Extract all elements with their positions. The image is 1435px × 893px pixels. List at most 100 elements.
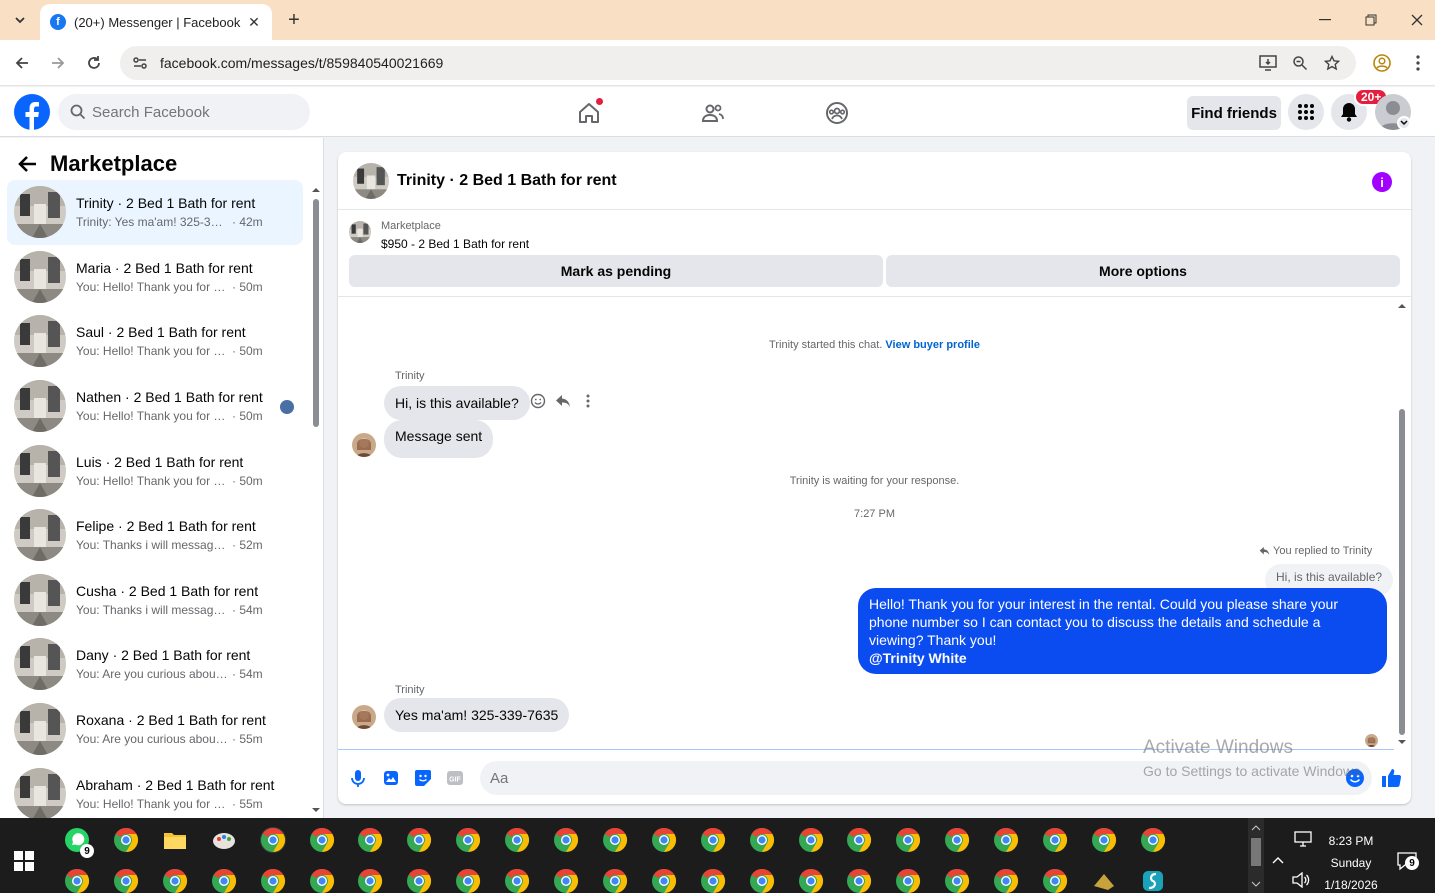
menu-grid-icon[interactable] xyxy=(1288,94,1324,130)
chrome-icon[interactable] xyxy=(602,868,628,893)
chrome-icon[interactable] xyxy=(406,868,432,893)
chrome-icon[interactable] xyxy=(993,868,1019,893)
app-icon[interactable] xyxy=(1140,868,1166,893)
whatsapp-icon[interactable]: 9 xyxy=(64,827,94,858)
tab-search-icon[interactable] xyxy=(8,8,32,32)
conversation-item[interactable]: Luis · 2 Bed 1 Bath for rent You: Hello! … xyxy=(7,438,303,503)
volume-icon[interactable] xyxy=(1292,872,1310,888)
more-options-button[interactable]: More options xyxy=(886,255,1400,287)
back-arrow-icon[interactable] xyxy=(10,51,34,75)
conversation-list-scrollbar[interactable] xyxy=(312,182,320,814)
groups-icon[interactable] xyxy=(823,99,851,127)
chrome-icon[interactable] xyxy=(1042,827,1068,853)
chrome-icon[interactable] xyxy=(944,868,970,893)
conversation-item[interactable]: Saul · 2 Bed 1 Bath for rent You: Hello! … xyxy=(7,309,303,374)
reply-icon[interactable] xyxy=(555,393,571,409)
chrome-icon[interactable] xyxy=(309,827,335,853)
chrome-icon[interactable] xyxy=(651,868,677,893)
chrome-icon[interactable] xyxy=(846,868,872,893)
close-window-button[interactable] xyxy=(1394,0,1435,40)
conversation-item[interactable]: Abraham · 2 Bed 1 Bath for rent You: Hell… xyxy=(7,761,303,818)
chrome-icon[interactable] xyxy=(357,868,383,893)
chat-title[interactable]: Trinity · 2 Bed 1 Bath for rent xyxy=(397,172,617,190)
notification-center-icon[interactable]: 9 xyxy=(1396,850,1419,872)
paint-icon[interactable] xyxy=(211,827,237,853)
gif-icon[interactable]: GIF xyxy=(445,768,465,788)
chrome-icon[interactable] xyxy=(113,868,139,893)
listing-thumbnail[interactable] xyxy=(353,162,389,199)
trinity-avatar[interactable] xyxy=(352,433,376,457)
message-input[interactable] xyxy=(490,769,1290,787)
minimize-button[interactable] xyxy=(1302,0,1348,40)
more-actions-icon[interactable] xyxy=(580,393,596,409)
chrome-icon[interactable] xyxy=(455,868,481,893)
chrome-icon[interactable] xyxy=(64,868,90,893)
address-bar[interactable]: facebook.com/messages/t/859840540021669 xyxy=(120,46,1356,80)
forward-arrow-icon[interactable] xyxy=(46,51,70,75)
conversation-item[interactable]: Roxana · 2 Bed 1 Bath for rent You: Are y… xyxy=(7,697,303,762)
friends-icon[interactable] xyxy=(699,99,727,127)
browser-menu-icon[interactable] xyxy=(1406,51,1430,75)
message-bubble[interactable]: Yes ma'am! 325-339-7635 xyxy=(384,698,570,732)
my-message-bubble[interactable]: Hello! Thank you for your interest in th… xyxy=(858,588,1387,674)
chrome-icon[interactable] xyxy=(1140,827,1166,853)
chrome-icon[interactable] xyxy=(700,827,726,853)
windows-start-icon[interactable] xyxy=(14,851,34,871)
chrome-icon[interactable] xyxy=(1091,827,1117,853)
maximize-button[interactable] xyxy=(1348,0,1394,40)
search-box[interactable] xyxy=(58,94,310,130)
conversation-item[interactable]: Trinity · 2 Bed 1 Bath for rent Trinity: … xyxy=(7,180,303,245)
conversation-item[interactable]: Dany · 2 Bed 1 Bath for rent You: Are you… xyxy=(7,632,303,697)
chrome-icon[interactable] xyxy=(162,868,188,893)
browser-tab[interactable]: f (20+) Messenger | Facebook ✕ xyxy=(40,4,272,40)
chrome-icon[interactable] xyxy=(309,868,335,893)
photo-icon[interactable] xyxy=(381,768,401,788)
message-input-box[interactable] xyxy=(480,761,1372,795)
chrome-icon[interactable] xyxy=(455,827,481,853)
network-icon[interactable] xyxy=(1294,831,1312,847)
chrome-icon[interactable] xyxy=(357,827,383,853)
chrome-icon[interactable] xyxy=(700,868,726,893)
chrome-icon[interactable] xyxy=(113,827,139,853)
app-icon[interactable] xyxy=(1091,868,1117,893)
chrome-icon[interactable] xyxy=(798,827,824,853)
microphone-icon[interactable] xyxy=(348,768,368,788)
sticker-icon[interactable] xyxy=(413,768,433,788)
chrome-icon[interactable] xyxy=(259,827,286,853)
chrome-icon[interactable] xyxy=(504,827,530,853)
chrome-icon[interactable] xyxy=(211,868,237,893)
chrome-icon[interactable] xyxy=(1042,868,1068,893)
emoji-icon[interactable] xyxy=(1345,768,1365,788)
search-input[interactable] xyxy=(92,103,292,121)
conversation-item[interactable]: Felipe · 2 Bed 1 Bath for rent You: Thank… xyxy=(7,503,303,568)
taskbar-scrollbar[interactable] xyxy=(1248,818,1264,893)
chrome-icon[interactable] xyxy=(944,827,970,853)
install-app-icon[interactable] xyxy=(1256,51,1280,75)
message-bubble[interactable]: Hi, is this available? xyxy=(384,386,530,420)
chrome-icon[interactable] xyxy=(749,868,775,893)
chrome-icon[interactable] xyxy=(846,827,872,853)
chrome-icon[interactable] xyxy=(553,868,579,893)
zoom-icon[interactable] xyxy=(1288,51,1312,75)
file-explorer-icon[interactable] xyxy=(162,827,188,853)
conversation-item[interactable]: Maria · 2 Bed 1 Bath for rent You: Hello!… xyxy=(7,245,303,310)
view-buyer-profile-link[interactable]: View buyer profile xyxy=(885,339,980,351)
find-friends-button[interactable]: Find friends xyxy=(1187,96,1281,130)
mention-tag[interactable]: @Trinity White xyxy=(869,649,1376,667)
new-tab-button[interactable]: + xyxy=(282,8,306,32)
chrome-icon[interactable] xyxy=(553,827,579,853)
message-bubble[interactable]: Message sent xyxy=(384,420,494,458)
close-tab-icon[interactable]: ✕ xyxy=(246,14,262,31)
chat-scrollbar[interactable] xyxy=(1396,302,1408,747)
bookmark-star-icon[interactable] xyxy=(1320,51,1344,75)
conversation-item[interactable]: Cusha · 2 Bed 1 Bath for rent You: Thanks… xyxy=(7,568,303,633)
chrome-icon[interactable] xyxy=(798,868,824,893)
account-chevron-icon[interactable] xyxy=(1397,116,1411,130)
profile-icon[interactable] xyxy=(1370,51,1394,75)
chrome-icon[interactable] xyxy=(749,827,775,853)
chrome-icon[interactable] xyxy=(504,868,530,893)
chrome-icon[interactable] xyxy=(895,868,921,893)
listing-summary[interactable]: Marketplace $950 - 2 Bed 1 Bath for rent xyxy=(349,220,529,251)
chrome-icon[interactable] xyxy=(895,827,921,853)
reload-icon[interactable] xyxy=(82,51,106,75)
